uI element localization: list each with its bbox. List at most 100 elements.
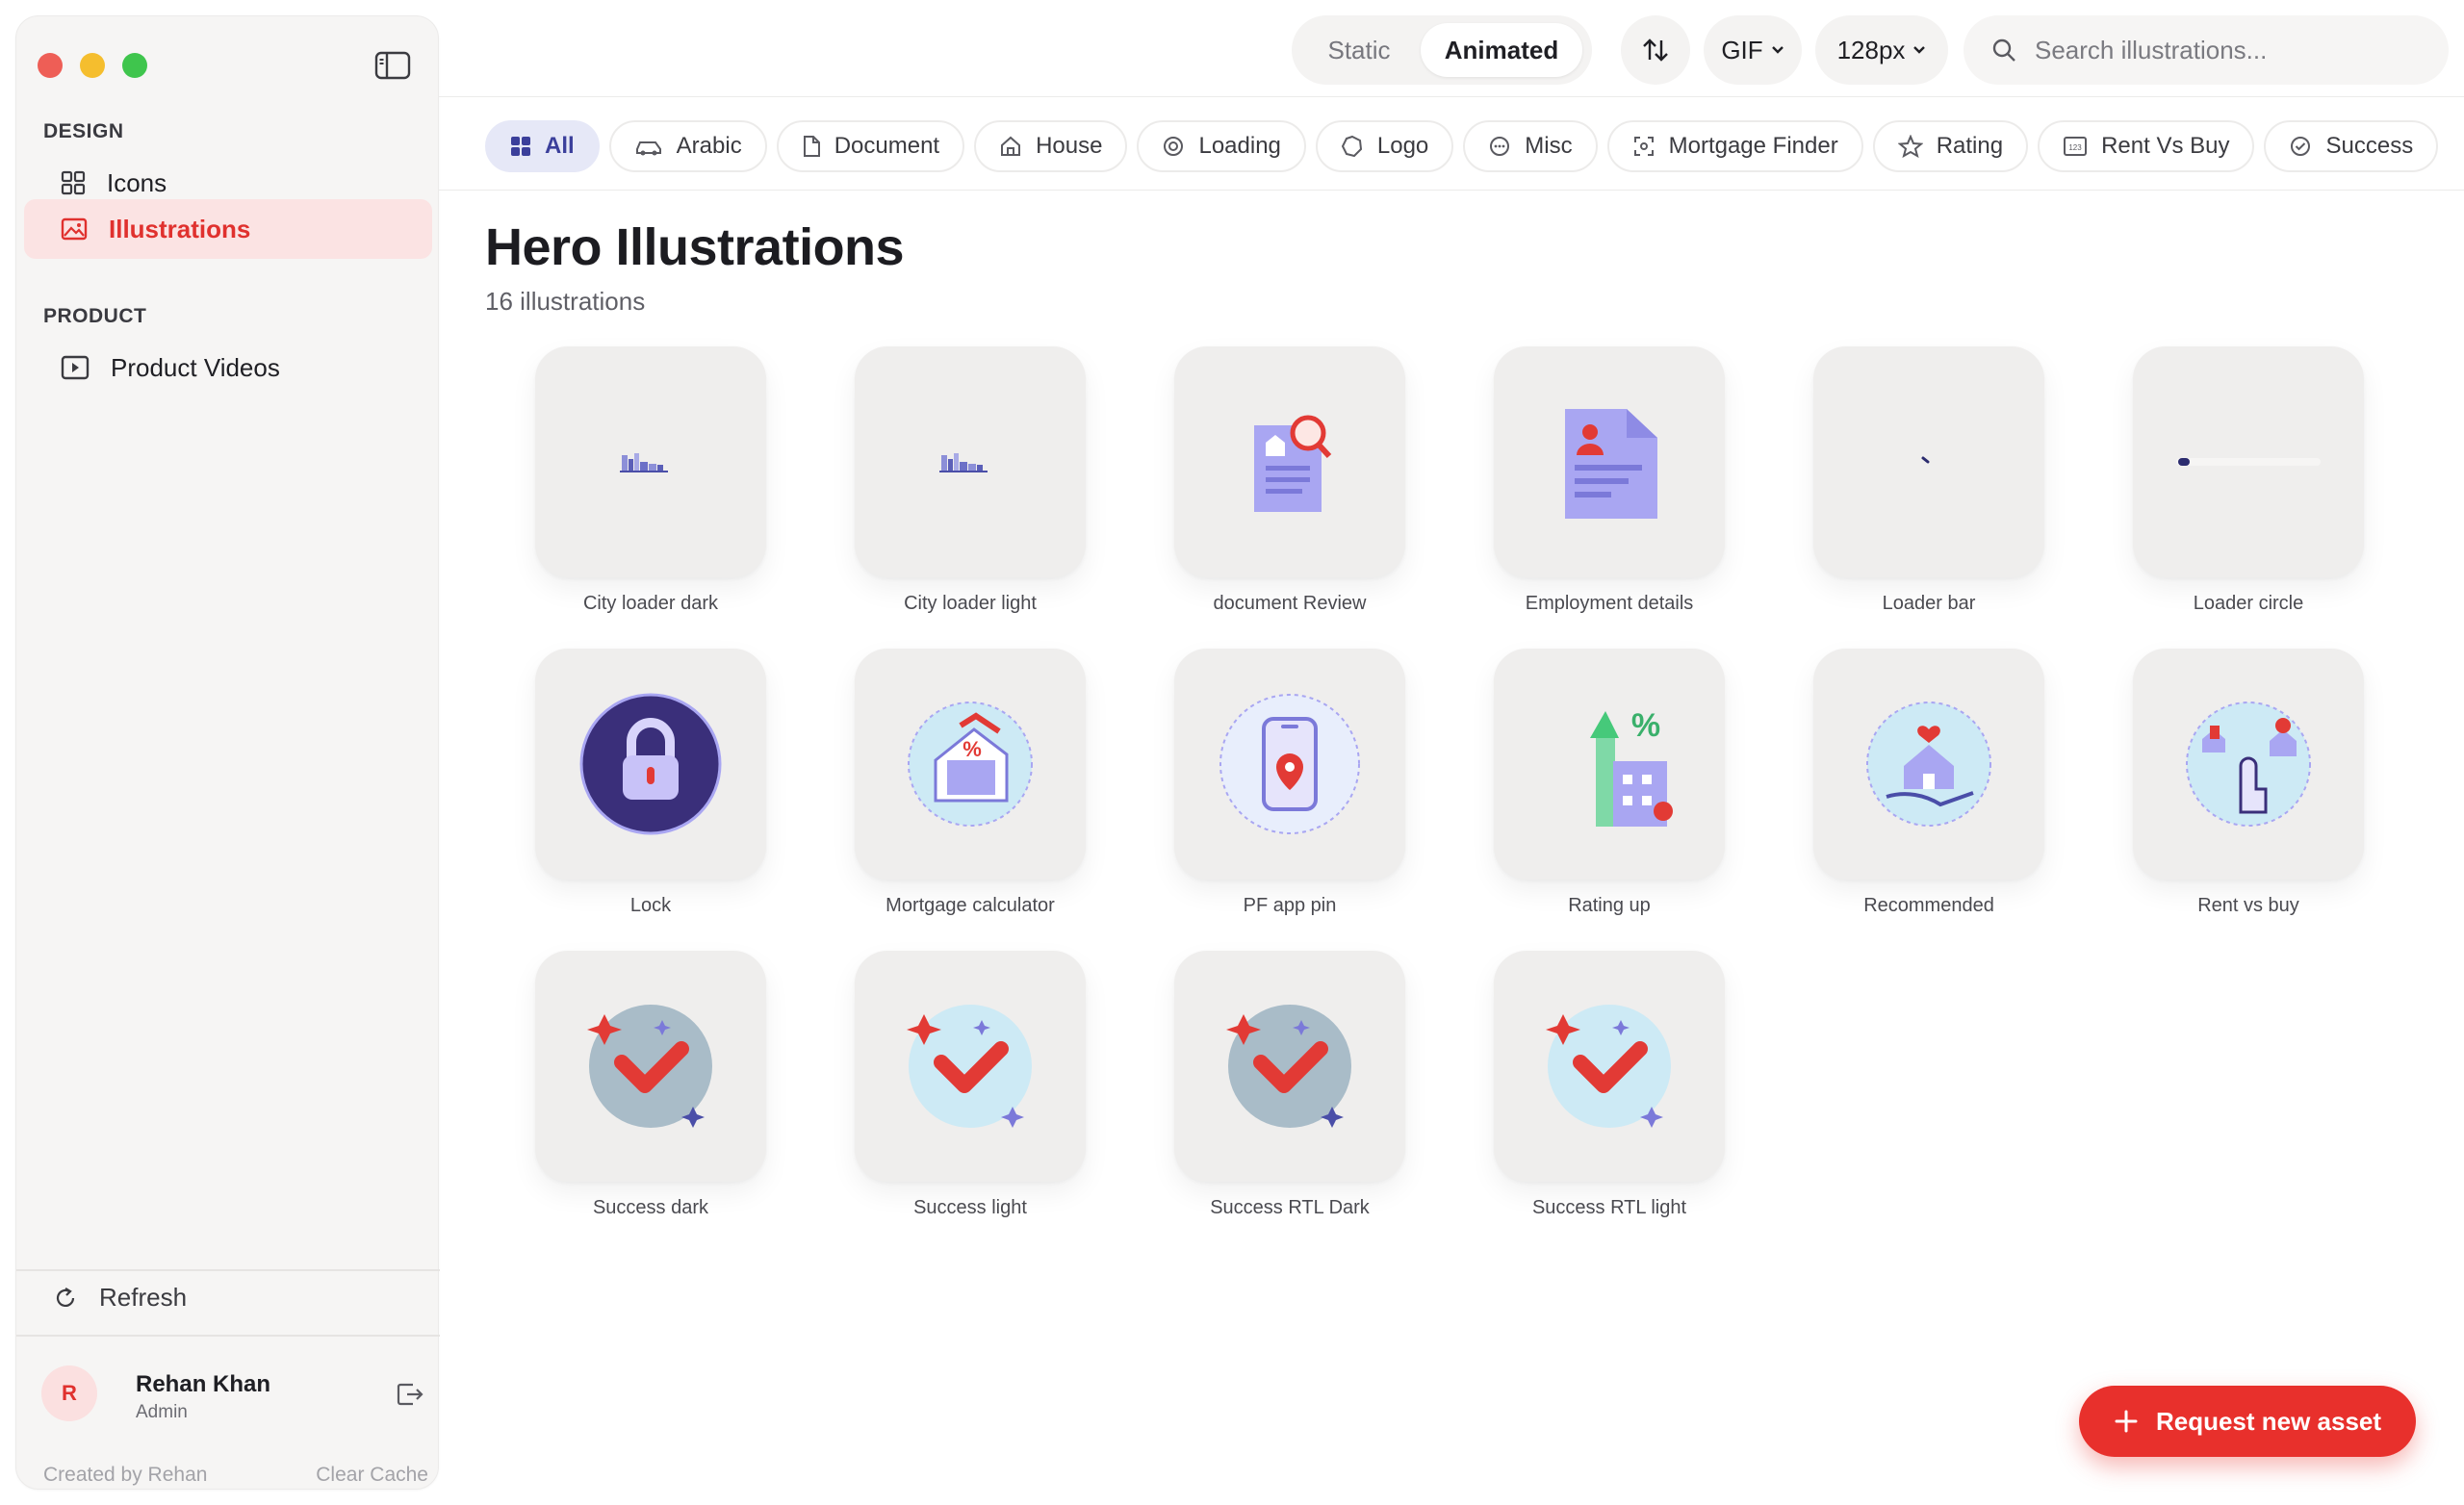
- illustration-preview[interactable]: [1494, 346, 1725, 577]
- page-title: Hero Illustrations: [485, 218, 905, 276]
- filter-chip-success[interactable]: Success: [2264, 120, 2439, 172]
- illustration-preview[interactable]: [1813, 346, 2044, 577]
- maximize-window-button[interactable]: [122, 53, 147, 78]
- sidebar-item-label: Illustrations: [109, 214, 251, 243]
- user-role: Admin: [136, 1402, 188, 1422]
- request-asset-button[interactable]: Request new asset: [2079, 1386, 2416, 1457]
- filter-chip-arabic[interactable]: Arabic: [608, 120, 767, 172]
- illustration-card[interactable]: Loader circle: [2133, 346, 2368, 625]
- filter-chip-label: Loading: [1198, 133, 1281, 159]
- user-profile: R Rehan Khan Admin: [41, 1354, 426, 1431]
- refresh-button[interactable]: Refresh: [53, 1283, 187, 1313]
- sidebar-footer: Created by Rehan Clear Cache: [43, 1464, 428, 1487]
- clear-cache-link[interactable]: Clear Cache: [316, 1464, 428, 1487]
- filter-chip-rent-vs-buy[interactable]: 123 Rent Vs Buy: [2038, 120, 2255, 172]
- illustration-label: City loader light: [904, 593, 1037, 614]
- illustration-preview[interactable]: %: [855, 649, 1086, 880]
- sidebar-item-illustrations[interactable]: Illustrations: [24, 199, 432, 259]
- logout-icon[interactable]: [396, 1381, 424, 1413]
- size-select[interactable]: 128px: [1815, 15, 1948, 85]
- illustration-card[interactable]: Employment details: [1494, 346, 1729, 625]
- illustration-label: PF app pin: [1243, 895, 1337, 916]
- refresh-icon: [56, 1287, 75, 1307]
- illustration-preview[interactable]: [535, 346, 766, 577]
- sort-button[interactable]: [1621, 15, 1690, 85]
- loading-icon: [1162, 135, 1185, 158]
- illustration-preview[interactable]: [1174, 346, 1405, 577]
- window-controls: [38, 53, 147, 78]
- mode-static-option[interactable]: Static: [1301, 23, 1417, 77]
- close-window-button[interactable]: [38, 53, 63, 78]
- illustration-card[interactable]: Success dark: [535, 951, 770, 1230]
- filter-chip-document[interactable]: Document: [776, 120, 965, 172]
- section-label-product: PRODUCT: [43, 305, 147, 327]
- illustration-label: Success RTL light: [1531, 1197, 1687, 1218]
- grid-icon: [510, 136, 531, 157]
- chevron-down-icon: [1771, 46, 1784, 54]
- filter-chip-rating[interactable]: Rating: [1872, 120, 2029, 172]
- logo-icon: [1341, 135, 1364, 158]
- category-chips: All Arabic Document House Loading Logo Misc Mor…: [485, 120, 2439, 172]
- sidebar-item-label: Product Videos: [111, 352, 280, 382]
- illustration-preview[interactable]: [1174, 951, 1405, 1182]
- chevron-down-icon: [1913, 46, 1926, 54]
- illustration-card[interactable]: % Rating up: [1494, 649, 1729, 928]
- filter-chip-all[interactable]: All: [485, 120, 600, 172]
- illustration-card[interactable]: Success light: [855, 951, 1090, 1230]
- filter-chip-label: Mortgage Finder: [1668, 133, 1838, 159]
- illustration-preview[interactable]: [855, 346, 1086, 577]
- illustration-card[interactable]: Loader bar: [1813, 346, 2048, 625]
- car-icon: [634, 136, 663, 157]
- city-illustration: [855, 346, 1086, 577]
- filter-chip-label: Misc: [1525, 133, 1573, 159]
- format-select[interactable]: GIF: [1704, 15, 1802, 85]
- filter-chip-logo[interactable]: Logo: [1315, 120, 1454, 172]
- illustration-card[interactable]: City loader dark: [535, 346, 770, 625]
- illustration-card[interactable]: % Mortgage calculator: [855, 649, 1090, 928]
- filter-chip-misc[interactable]: Misc: [1463, 120, 1598, 172]
- filter-chip-label: House: [1036, 133, 1103, 159]
- illustration-preview[interactable]: [1494, 951, 1725, 1182]
- search-input[interactable]: [2035, 35, 2439, 65]
- illustration-card[interactable]: Recommended: [1813, 649, 2048, 928]
- illustration-card[interactable]: document Review: [1174, 346, 1409, 625]
- sidebar-toggle-icon[interactable]: [374, 51, 411, 80]
- illustration-preview[interactable]: [855, 951, 1086, 1182]
- sidebar-item-product-videos[interactable]: Product Videos: [24, 338, 432, 397]
- document-icon: [802, 135, 821, 158]
- rentbuy-illustration: [2133, 649, 2364, 880]
- illustration-card[interactable]: Success RTL light: [1494, 951, 1729, 1230]
- illustration-preview[interactable]: [1813, 649, 2044, 880]
- illustration-preview[interactable]: [535, 649, 766, 880]
- employment-illustration: [1494, 346, 1725, 577]
- divider: [16, 1269, 440, 1271]
- illustration-card[interactable]: Rent vs buy: [2133, 649, 2368, 928]
- illustration-preview[interactable]: [2133, 346, 2364, 577]
- filter-chip-label: Rating: [1936, 133, 2004, 159]
- avatar: R: [41, 1365, 97, 1421]
- svg-text:123: 123: [2068, 143, 2082, 152]
- illustration-preview[interactable]: %: [1494, 649, 1725, 880]
- category-filter-bar: All Arabic Document House Loading Logo Misc Mor…: [439, 96, 2464, 191]
- mortgage-illustration: %: [855, 649, 1086, 880]
- filter-chip-mortgage-finder[interactable]: Mortgage Finder: [1606, 120, 1863, 172]
- app-window: DESIGN Icons Illustrations PRODUCT Produ…: [0, 0, 2464, 1505]
- illustration-preview[interactable]: [535, 951, 766, 1182]
- grid-icon: [61, 170, 86, 195]
- misc-icon: [1488, 135, 1511, 158]
- filter-chip-house[interactable]: House: [974, 120, 1128, 172]
- sidebar: DESIGN Icons Illustrations PRODUCT Produ…: [15, 15, 440, 1490]
- illustration-preview[interactable]: [1174, 649, 1405, 880]
- illustration-card[interactable]: Success RTL Dark: [1174, 951, 1409, 1230]
- illustration-card[interactable]: PF app pin: [1174, 649, 1409, 928]
- filter-chip-loading[interactable]: Loading: [1137, 120, 1306, 172]
- illustration-card[interactable]: Lock: [535, 649, 770, 928]
- video-icon: [61, 355, 90, 380]
- minimize-window-button[interactable]: [80, 53, 105, 78]
- filter-chip-label: Arabic: [676, 133, 742, 159]
- illustration-label: Loader circle: [2193, 593, 2304, 614]
- filter-chip-label: All: [545, 133, 575, 159]
- illustration-preview[interactable]: [2133, 649, 2364, 880]
- illustration-card[interactable]: City loader light: [855, 346, 1090, 625]
- mode-animated-option[interactable]: Animated: [1421, 23, 1582, 77]
